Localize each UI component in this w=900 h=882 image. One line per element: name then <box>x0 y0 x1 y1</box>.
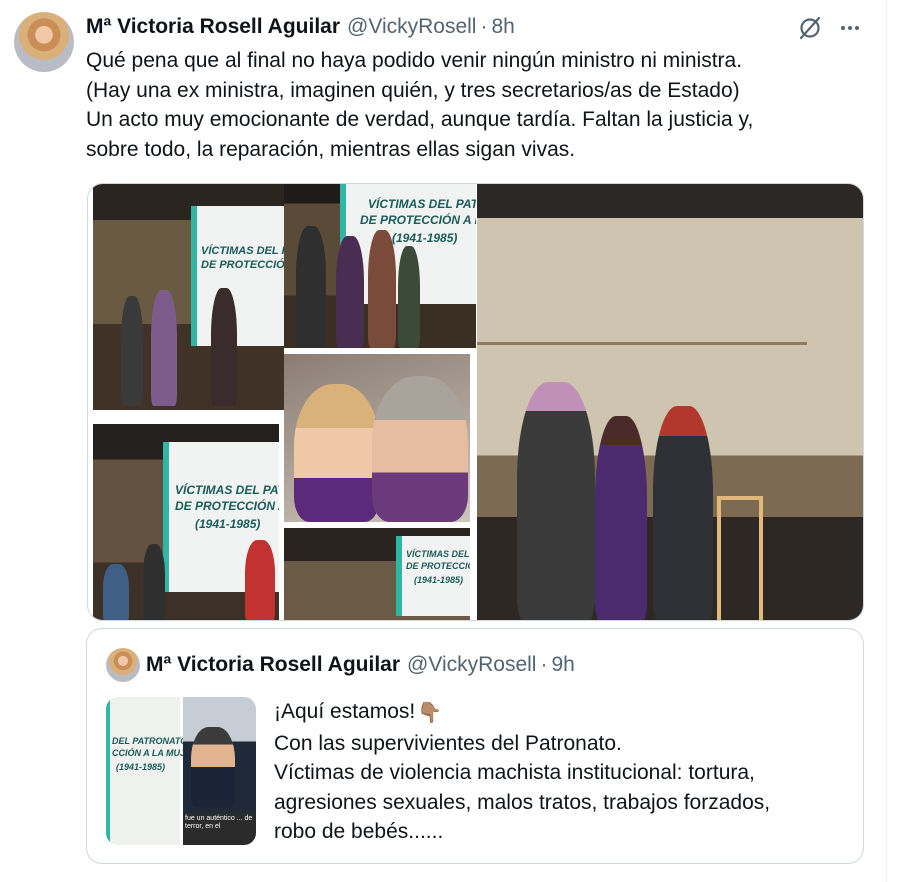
banner-subtitle: DE PROTECCIÓN A LA MUJER <box>175 499 279 513</box>
event-photo-awards[interactable]: VÍCTIMAS DEL PATRONATO DE PROTECCIÓN A L… <box>93 424 279 620</box>
person <box>151 290 177 406</box>
quoted-author-handle[interactable]: @VickyRosell <box>407 653 536 677</box>
person <box>191 727 235 807</box>
event-banner: VÍCTIMAS DEL PATRONATO DE PROTECCIÓN A L… <box>191 206 284 346</box>
quoted-text-line: ¡Aquí estamos! <box>274 700 416 723</box>
ceiling <box>477 184 863 218</box>
quoted-author-avatar[interactable] <box>106 648 140 682</box>
chair <box>717 496 763 620</box>
tweet-timestamp[interactable]: 8h <box>491 15 514 39</box>
event-photo-stage[interactable]: VÍCTIMAS DEL PATRONATO DE PROTECCIÓN A L… <box>93 184 284 410</box>
separator-dot: · <box>540 653 548 676</box>
selfie-photo[interactable] <box>284 354 470 522</box>
banner-years: (1941-1985) <box>116 762 166 772</box>
person <box>143 544 165 620</box>
tweet-text-line: sobre todo, la reparación, mientras ella… <box>86 137 576 161</box>
tweet-text-line: (Hay una ex ministra, imaginen quién, y … <box>86 78 740 102</box>
tweet-text-line: Qué pena que al final no haya podido ven… <box>86 49 743 72</box>
person <box>368 230 396 348</box>
banner-subtitle: DE PROTECCIÓN A LA MUJER <box>406 561 470 571</box>
tweet-text: Qué pena que al final no haya podido ven… <box>86 46 866 164</box>
grok-icon[interactable] <box>796 14 824 42</box>
banner-years: (1941-1985) <box>414 575 464 585</box>
event-photo-wide[interactable]: VÍCTIMAS DEL PATRONATO DE PROTECCIÓN A L… <box>284 528 470 620</box>
person <box>517 382 595 620</box>
banner-title: VÍCTIMAS DEL PATRONATO <box>201 245 284 257</box>
person <box>245 540 275 620</box>
person <box>211 288 237 406</box>
banner-title: DEL PATRONATO <box>112 736 188 746</box>
quoted-tweet-header: Mª Victoria Rosell Aguilar @VickyRosell … <box>146 652 575 678</box>
quoted-text-line: Con las supervivientes del Patronato. <box>274 731 622 755</box>
quoted-tweet-timestamp[interactable]: 9h <box>551 653 574 677</box>
person <box>103 564 129 620</box>
quoted-tweet-text: ¡Aquí estamos! 👇🏽 Con las supervivientes … <box>274 697 854 847</box>
hand-pointing-down-icon: 👇🏽 <box>417 702 443 724</box>
quoted-author-name[interactable]: Mª Victoria Rosell Aguilar <box>146 653 400 677</box>
column-border <box>886 0 887 882</box>
quoted-banner-photo: DEL PATRONATO CCIÓN A LA MUJER (1941-198… <box>106 697 198 845</box>
event-photo-group[interactable]: VÍCTIMAS DEL PATRONATO DE PROTECCIÓN A L… <box>284 184 476 348</box>
author-name[interactable]: Mª Victoria Rosell Aguilar <box>86 15 340 39</box>
banner-title: VÍCTIMAS DEL PATRONATO <box>406 549 470 559</box>
quoted-text-line: agresiones sexuales, malos tratos, traba… <box>274 790 771 814</box>
author-handle[interactable]: @VickyRosell <box>347 15 476 39</box>
person <box>336 236 364 348</box>
banner-title: VÍCTIMAS DEL PATRONATO <box>175 483 279 497</box>
video-caption: fue un auténtico ... de terror, en el <box>185 815 253 830</box>
tweet-text-line: Un acto muy emocionante de verdad, aunqu… <box>86 108 754 131</box>
person <box>294 384 380 522</box>
separator-dot: · <box>480 15 488 38</box>
balcony-rail <box>477 342 807 345</box>
banner-subtitle: DE PROTECCIÓN A LA MUJER <box>360 213 476 227</box>
person <box>121 296 143 406</box>
quoted-tweet-media[interactable]: DEL PATRONATO CCIÓN A LA MUJER (1941-198… <box>106 697 256 845</box>
person <box>653 406 713 620</box>
banner-subtitle: DE PROTECCIÓN A LA MUJER <box>201 259 284 271</box>
banner-years: (1941-1985) <box>392 231 458 245</box>
person <box>372 376 468 522</box>
banner-years: (1941-1985) <box>195 517 261 531</box>
person <box>398 246 420 348</box>
more-options-icon[interactable] <box>836 14 864 42</box>
quoted-text-line: robo de bebés...... <box>274 820 444 843</box>
event-banner: VÍCTIMAS DEL PATRONATO DE PROTECCIÓN A L… <box>396 536 470 616</box>
person <box>296 226 326 348</box>
person <box>595 416 647 620</box>
tweet-media-grid[interactable]: VÍCTIMAS DEL PATRONATO DE PROTECCIÓN A L… <box>87 183 864 621</box>
quoted-text-line: ¡Aquí estamos! 👇🏽 <box>274 697 854 729</box>
author-avatar[interactable] <box>14 12 74 72</box>
tweet-header: Mª Victoria Rosell Aguilar @VickyRosell … <box>86 14 515 40</box>
quoted-video-thumbnail: fue un auténtico ... de terror, en el <box>183 697 256 845</box>
banner-title: VÍCTIMAS DEL PATRONATO <box>368 197 476 211</box>
event-photo-speaker[interactable] <box>477 184 863 620</box>
quoted-text-line: Víctimas de violencia machista instituci… <box>274 761 755 784</box>
